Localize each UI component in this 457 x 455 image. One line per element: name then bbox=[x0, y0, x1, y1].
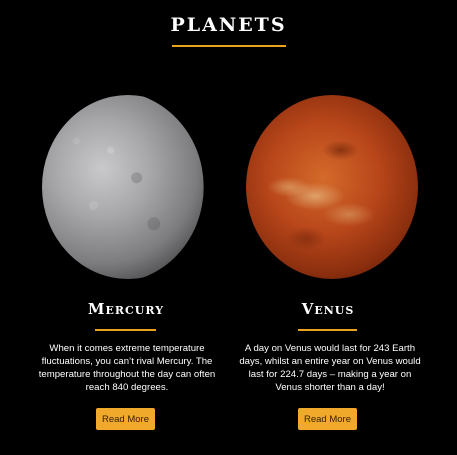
planet-name-underline bbox=[95, 329, 156, 331]
planet-name-underline bbox=[298, 329, 357, 331]
planet-name: Mercury bbox=[87, 300, 165, 318]
planet-description: A day on Venus would last for 243 Earth … bbox=[239, 343, 421, 393]
planets-section: PLANETS Mercury When it comes extreme te… bbox=[0, 0, 457, 455]
venus-image bbox=[246, 95, 418, 279]
mercury-image bbox=[42, 95, 204, 279]
read-more-button[interactable]: Read More bbox=[96, 408, 155, 430]
planet-card-venus: Venus A day on Venus would last for 243 … bbox=[229, 0, 457, 455]
planet-description: When it comes extreme temperature fluctu… bbox=[38, 343, 216, 393]
read-more-button[interactable]: Read More bbox=[298, 408, 357, 430]
planet-name: Venus bbox=[301, 300, 355, 318]
planet-card-mercury: Mercury When it comes extreme temperatur… bbox=[0, 0, 228, 455]
